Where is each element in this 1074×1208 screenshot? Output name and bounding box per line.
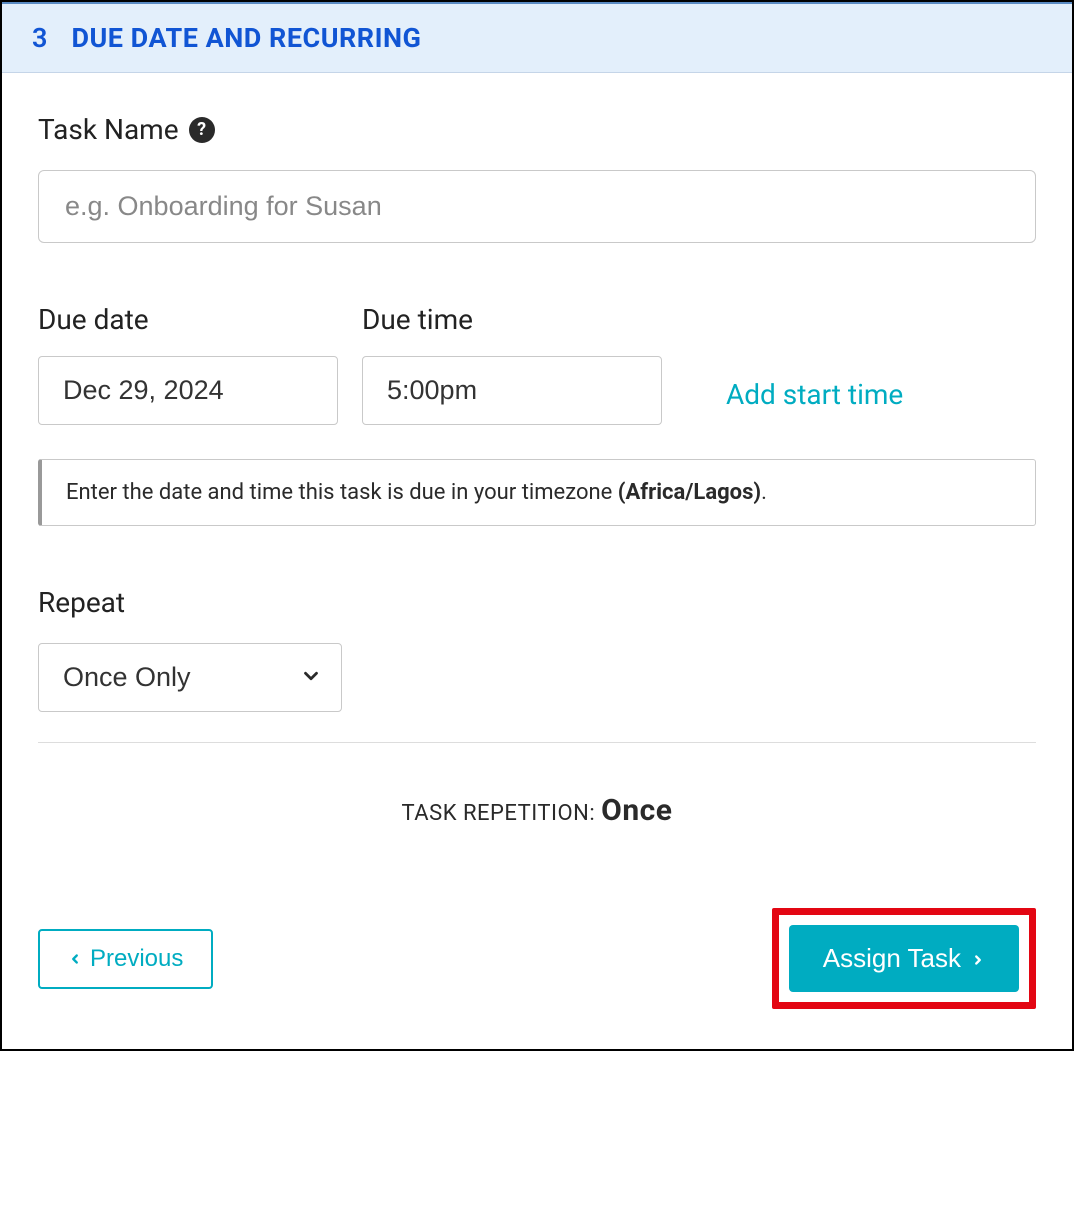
timezone-info-suffix: . <box>761 480 767 505</box>
repeat-select[interactable] <box>38 643 342 712</box>
task-name-label: Task Name ? <box>38 113 1036 146</box>
action-row: Previous Assign Task <box>38 908 1036 1019</box>
task-name-group: Task Name ? <box>38 113 1036 243</box>
section-title: DUE DATE AND RECURRING <box>71 22 421 54</box>
add-start-time-link[interactable]: Add start time <box>726 378 903 411</box>
previous-button-label: Previous <box>90 945 183 973</box>
due-time-label: Due time <box>362 303 662 336</box>
timezone-info: Enter the date and time this task is due… <box>38 459 1036 526</box>
due-time-input[interactable] <box>362 356 662 425</box>
task-name-input[interactable] <box>38 170 1036 243</box>
assign-task-button[interactable]: Assign Task <box>789 925 1019 992</box>
divider <box>38 742 1036 743</box>
assign-task-button-label: Assign Task <box>823 943 961 974</box>
repetition-value: Once <box>601 793 672 828</box>
previous-button[interactable]: Previous <box>38 929 213 989</box>
due-date-col: Due date <box>38 303 338 425</box>
chevron-right-icon <box>971 943 985 974</box>
due-date-input[interactable] <box>38 356 338 425</box>
due-date-row: Due date Due time Add start time <box>38 303 1036 425</box>
due-time-col: Due time <box>362 303 662 425</box>
repeat-select-wrap[interactable] <box>38 643 342 712</box>
repeat-group: Repeat <box>38 586 1036 712</box>
timezone-info-prefix: Enter the date and time this task is due… <box>66 480 618 505</box>
task-name-label-text: Task Name <box>38 113 179 146</box>
section-header: 3 DUE DATE AND RECURRING <box>2 2 1072 73</box>
timezone-value: (Africa/Lagos) <box>618 480 761 505</box>
question-circle-icon[interactable]: ? <box>189 117 215 143</box>
step-number: 3 <box>32 22 47 54</box>
repetition-label: TASK REPETITION: <box>402 801 602 826</box>
assign-highlight: Assign Task <box>772 908 1036 1009</box>
repetition-summary: TASK REPETITION: Once <box>38 793 1036 828</box>
chevron-left-icon <box>68 945 82 973</box>
due-date-label: Due date <box>38 303 338 336</box>
repeat-label: Repeat <box>38 586 1036 619</box>
form-content: Task Name ? Due date Due time Add start … <box>2 73 1072 1049</box>
